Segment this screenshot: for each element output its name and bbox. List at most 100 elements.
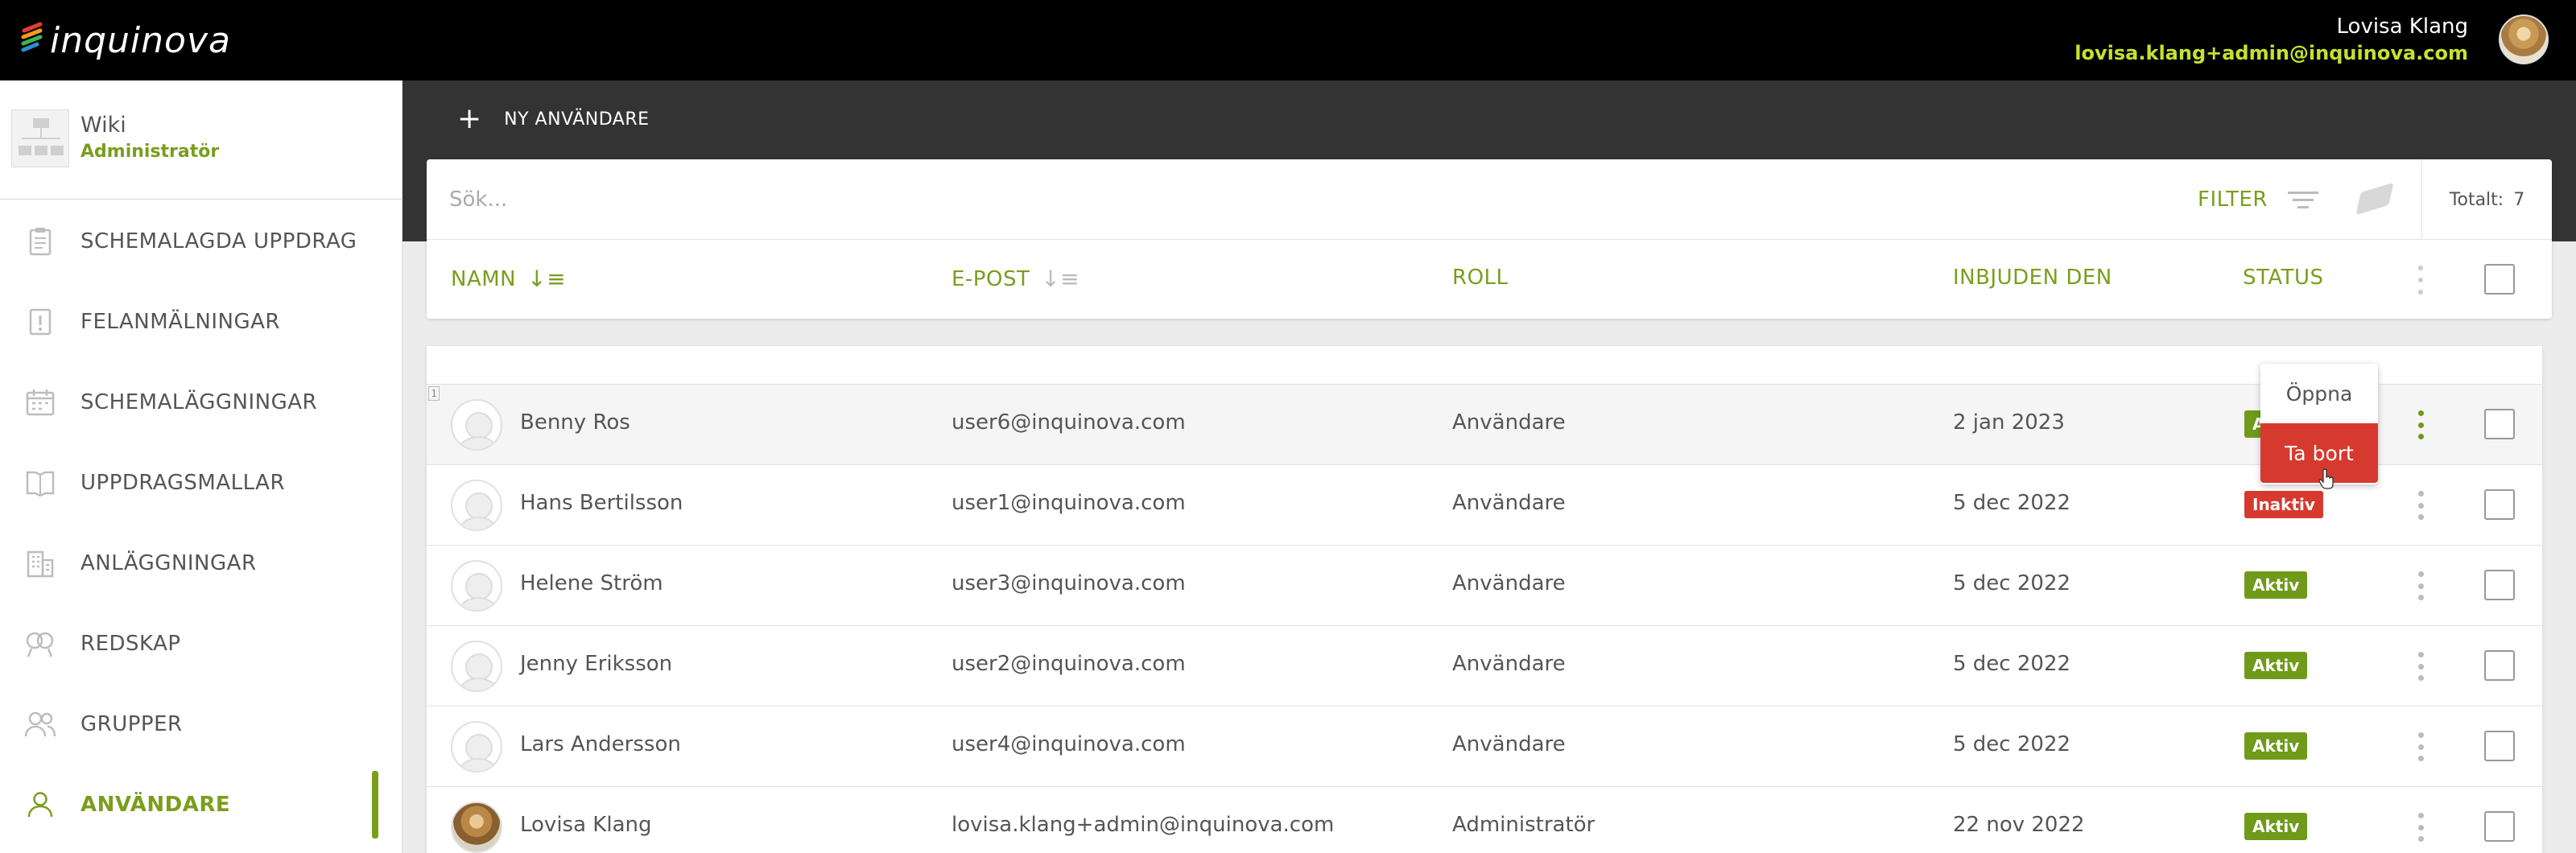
column-email-label: E-POST: [952, 266, 1030, 291]
row-actions-icon[interactable]: [2415, 732, 2426, 761]
row-checkbox[interactable]: [2484, 489, 2515, 520]
row-actions-menu: Öppna Ta bort: [2260, 364, 2378, 484]
column-status-label: STATUS: [2243, 266, 2324, 290]
sidebar-item-redskap[interactable]: REDSKAP: [0, 604, 402, 684]
table-row[interactable]: Hans Bertilsson user1@inquinova.com Anvä…: [427, 465, 2542, 546]
clear-filter-icon[interactable]: [2355, 182, 2394, 216]
logo-mark-icon: [21, 22, 43, 52]
sidebar-item-uppdragsmallar[interactable]: UPPDRAGSMALLAR: [0, 443, 402, 523]
avatar: [451, 721, 502, 773]
sidebar-item-label: ANVÄNDARE: [80, 793, 231, 817]
user-name: Benny Ros: [520, 410, 630, 435]
workspace-switcher[interactable]: Wiki Administratör: [0, 80, 402, 200]
table-row[interactable]: Lovisa Klang lovisa.klang+admin@inquinov…: [427, 787, 2542, 853]
user-invited-date: 2 jan 2023: [1953, 410, 2065, 435]
bulk-actions-icon[interactable]: [2417, 266, 2425, 295]
search-input[interactable]: [449, 183, 1576, 216]
table-row[interactable]: Lars Andersson user4@inquinova.com Använ…: [427, 707, 2542, 787]
total-label: Totalt:: [2449, 189, 2504, 210]
sidebar-item-label: UPPDRAGSMALLAR: [80, 471, 286, 495]
column-status-header[interactable]: STATUS: [2243, 266, 2324, 290]
top-bar: inquinova Lovisa Klang lovisa.klang+admi…: [0, 0, 2576, 80]
sidebar-item-anvandare[interactable]: ANVÄNDARE: [0, 764, 402, 845]
row-checkbox[interactable]: [2484, 731, 2515, 761]
user-invited-date: 5 dec 2022: [1953, 652, 2071, 676]
user-icon: [24, 789, 56, 821]
sidebar-item-felanmalningar[interactable]: FELANMÄLNINGAR: [0, 282, 402, 362]
workspace-thumbnail: [11, 109, 69, 167]
table-row[interactable]: Helene Ström user3@inquinova.com Använda…: [427, 546, 2542, 626]
sidebar-item-anlaggningar[interactable]: ANLÄGGNINGAR: [0, 523, 402, 604]
user-role: Användare: [1452, 410, 1566, 435]
avatar: [451, 399, 502, 451]
logo-text: inquinova: [50, 19, 231, 61]
column-role-label: ROLL: [1452, 266, 1509, 290]
user-name: Lovisa Klang: [520, 813, 652, 837]
row-actions-icon[interactable]: [2415, 813, 2426, 842]
menu-item-open[interactable]: Öppna: [2260, 364, 2378, 423]
filter-icon: [2287, 190, 2319, 209]
row-checkbox[interactable]: [2484, 570, 2515, 600]
total-count: Totalt: 7: [2421, 159, 2552, 240]
avatar: [451, 641, 502, 692]
account-email: lovisa.klang+admin@inquinova.com: [2074, 42, 2468, 64]
user-email: user2@inquinova.com: [952, 652, 1186, 676]
column-invited-header[interactable]: INBJUDEN DEN: [1953, 266, 2112, 290]
user-invited-date: 5 dec 2022: [1953, 491, 2071, 515]
column-header-row: NAMN ↓≡ E-POST ↓≡ ROLL INBJUDEN DEN STAT…: [427, 240, 2552, 319]
account-avatar[interactable]: [2499, 14, 2549, 64]
sidebar-item-grupper[interactable]: GRUPPER: [0, 684, 402, 764]
sidebar-item-label: FELANMÄLNINGAR: [80, 310, 280, 334]
row-actions-icon[interactable]: [2415, 571, 2426, 600]
avatar: [451, 480, 502, 531]
status-badge: Aktiv: [2244, 813, 2308, 840]
table-row[interactable]: Jenny Eriksson user2@inquinova.com Använ…: [427, 626, 2542, 707]
total-value: 7: [2513, 189, 2525, 210]
user-email: user4@inquinova.com: [952, 732, 1186, 756]
sidebar-item-label: ANLÄGGNINGAR: [80, 551, 257, 575]
tools-icon: [24, 628, 56, 660]
clipboard-icon: [24, 225, 56, 258]
sidebar-item-label: GRUPPER: [80, 712, 183, 736]
row-actions-icon[interactable]: [2415, 652, 2426, 681]
user-email: user1@inquinova.com: [952, 491, 1186, 515]
account-info[interactable]: Lovisa Klang lovisa.klang+admin@inquinov…: [2074, 13, 2468, 66]
search-row: FILTER Totalt: 7: [427, 159, 2552, 240]
user-role: Användare: [1452, 571, 1566, 595]
user-name: Hans Bertilsson: [520, 491, 683, 515]
avatar: [451, 560, 502, 612]
filter-button[interactable]: FILTER: [2198, 182, 2319, 217]
status-badge: Inaktiv: [2244, 491, 2323, 518]
row-actions-icon[interactable]: [2415, 410, 2426, 439]
column-role-header[interactable]: ROLL: [1452, 266, 1509, 290]
column-invited-label: INBJUDEN DEN: [1953, 266, 2112, 290]
user-name: Lars Andersson: [520, 732, 681, 756]
column-email-header[interactable]: E-POST ↓≡: [952, 266, 1080, 292]
row-checkbox[interactable]: [2484, 650, 2515, 681]
row-actions-icon[interactable]: [2415, 491, 2426, 520]
status-badge: Aktiv: [2244, 732, 2308, 760]
sidebar-item-schemalagda-uppdrag[interactable]: SCHEMALAGDA UPPDRAG: [0, 201, 402, 282]
column-name-header[interactable]: NAMN ↓≡: [451, 266, 566, 292]
row-checkbox[interactable]: [2484, 811, 2515, 842]
workspace-title: Wiki: [80, 113, 126, 138]
user-role: Användare: [1452, 652, 1566, 676]
new-user-button[interactable]: + NY ANVÄNDARE: [457, 105, 650, 134]
user-role: Användare: [1452, 732, 1566, 756]
user-email: user6@inquinova.com: [952, 410, 1186, 435]
sidebar-item-schemalaggningar[interactable]: SCHEMALÄGGNINGAR: [0, 362, 402, 443]
row-checkbox[interactable]: [2484, 409, 2515, 439]
table-row[interactable]: 1 Benny Ros user6@inquinova.com Användar…: [427, 385, 2542, 465]
sidebar: Wiki Administratör SCHEMALAGDA UPPDRAG F…: [0, 80, 402, 853]
status-badge: Aktiv: [2244, 652, 2308, 679]
building-icon: [24, 547, 56, 579]
account-name: Lovisa Klang: [2336, 14, 2468, 39]
user-name: Helene Ström: [520, 571, 663, 595]
hand-cursor-icon: [2318, 468, 2334, 489]
sidebar-item-label: REDSKAP: [80, 632, 181, 656]
book-icon: [24, 467, 56, 499]
plus-icon: +: [457, 102, 482, 135]
avatar: [451, 801, 502, 853]
brand-logo[interactable]: inquinova: [21, 16, 231, 64]
select-all-checkbox[interactable]: [2484, 264, 2515, 295]
